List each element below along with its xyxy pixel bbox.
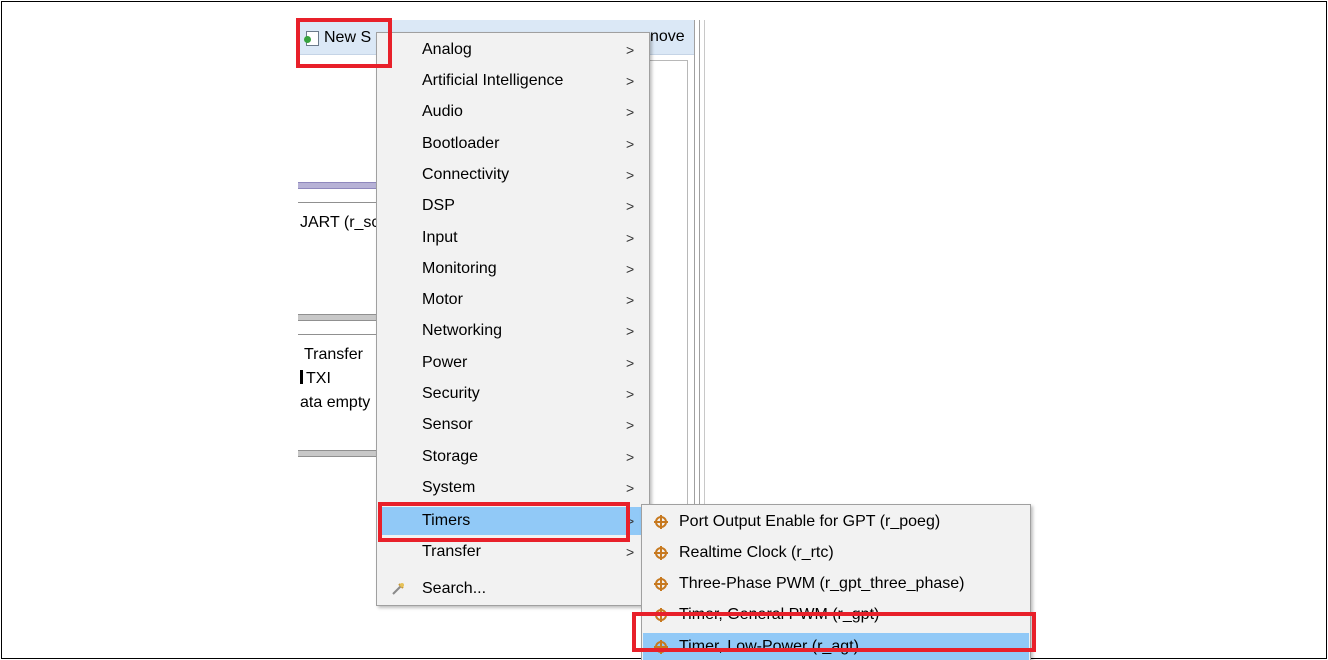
menu-item-label: Search... — [422, 580, 487, 597]
data-empty-label: ata empty — [300, 394, 371, 411]
component-icon — [654, 515, 668, 529]
chevron-right-icon: > — [626, 136, 635, 152]
chevron-right-icon: > — [626, 42, 635, 58]
menu-item-bootloader[interactable]: Bootloader > — [378, 130, 648, 158]
menu-item-storage[interactable]: Storage > — [378, 443, 648, 471]
chevron-right-icon: > — [626, 104, 635, 120]
chevron-right-icon: > — [626, 230, 635, 246]
chevron-right-icon: > — [626, 544, 635, 560]
chevron-right-icon: > — [626, 417, 635, 433]
menu-item-label: Input — [422, 229, 458, 246]
module-border-line — [298, 202, 378, 203]
menu-item-security[interactable]: Security > — [378, 380, 648, 408]
menu-item-dsp[interactable]: DSP > — [378, 192, 648, 220]
menu-item-audio[interactable]: Audio > — [378, 98, 648, 126]
panel-divider — [694, 20, 695, 520]
menu-item-sensor[interactable]: Sensor > — [378, 411, 648, 439]
menu-item-label: Power — [422, 354, 468, 371]
menu-item-analog[interactable]: Analog > — [378, 36, 648, 64]
chevron-right-icon: > — [626, 355, 635, 371]
menu-item-label: Bootloader — [422, 135, 500, 152]
chevron-right-icon: > — [626, 198, 635, 214]
menu-item-label: Artificial Intelligence — [422, 72, 564, 89]
menu-item-monitoring[interactable]: Monitoring > — [378, 255, 648, 283]
menu-item-label: Transfer — [422, 543, 481, 560]
submenu-item-poeg[interactable]: Port Output Enable for GPT (r_poeg) — [643, 508, 1029, 536]
menu-item-networking[interactable]: Networking > — [378, 317, 648, 345]
menu-item-artificial-intelligence[interactable]: Artificial Intelligence > — [378, 67, 648, 95]
module-header-bar — [298, 450, 378, 457]
chevron-right-icon: > — [626, 449, 635, 465]
panel-divider — [699, 20, 700, 520]
search-wand-icon — [392, 583, 404, 595]
menu-item-search[interactable]: Search... — [378, 575, 648, 603]
module-header-bar — [298, 314, 378, 321]
chevron-right-icon: > — [626, 292, 635, 308]
menu-item-label: Security — [422, 385, 480, 402]
menu-item-label: Motor — [422, 291, 463, 308]
submenu-item-gpt-three-phase[interactable]: Three-Phase PWM (r_gpt_three_phase) — [643, 570, 1029, 598]
submenu-item-rtc[interactable]: Realtime Clock (r_rtc) — [643, 539, 1029, 567]
menu-item-transfer[interactable]: Transfer > — [378, 538, 648, 566]
menu-item-power[interactable]: Power > — [378, 349, 648, 377]
annotation-highlight-new-button — [296, 18, 392, 68]
menu-item-system[interactable]: System > — [378, 474, 648, 502]
submenu-item-label: Three-Phase PWM (r_gpt_three_phase) — [679, 575, 965, 592]
chevron-right-icon: > — [626, 167, 635, 183]
menu-item-input[interactable]: Input > — [378, 224, 648, 252]
menu-item-connectivity[interactable]: Connectivity > — [378, 161, 648, 189]
menu-item-label: Connectivity — [422, 166, 510, 183]
menu-item-label: Analog — [422, 41, 472, 58]
module-header-bar — [298, 182, 378, 189]
txi-module-label: TXI — [300, 370, 331, 388]
chevron-right-icon: > — [626, 73, 635, 89]
submenu-item-label: Port Output Enable for GPT (r_poeg) — [679, 513, 941, 530]
uart-module-label: JART (r_sc — [300, 214, 380, 231]
menu-item-label: Networking — [422, 322, 503, 339]
panel-divider — [704, 20, 705, 520]
menu-item-label: Audio — [422, 103, 463, 120]
module-border-line — [298, 334, 378, 335]
menu-item-label: System — [422, 479, 476, 496]
annotation-highlight-timers — [378, 502, 630, 542]
chevron-right-icon: > — [626, 386, 635, 402]
transfer-module-label: Transfer — [304, 346, 363, 363]
menu-item-label: Sensor — [422, 416, 473, 433]
txi-text: TXI — [306, 370, 331, 387]
chevron-right-icon: > — [626, 323, 635, 339]
remove-button-label[interactable]: nove — [650, 28, 685, 46]
menu-item-motor[interactable]: Motor > — [378, 286, 648, 314]
menu-item-label: Storage — [422, 448, 479, 465]
component-icon — [654, 546, 668, 560]
submenu-item-label: Realtime Clock (r_rtc) — [679, 544, 834, 561]
component-icon — [654, 577, 668, 591]
annotation-highlight-agt — [632, 612, 1036, 652]
menu-item-label: DSP — [422, 197, 455, 214]
chevron-right-icon: > — [626, 261, 635, 277]
menu-item-label: Monitoring — [422, 260, 497, 277]
chevron-right-icon: > — [626, 480, 635, 496]
